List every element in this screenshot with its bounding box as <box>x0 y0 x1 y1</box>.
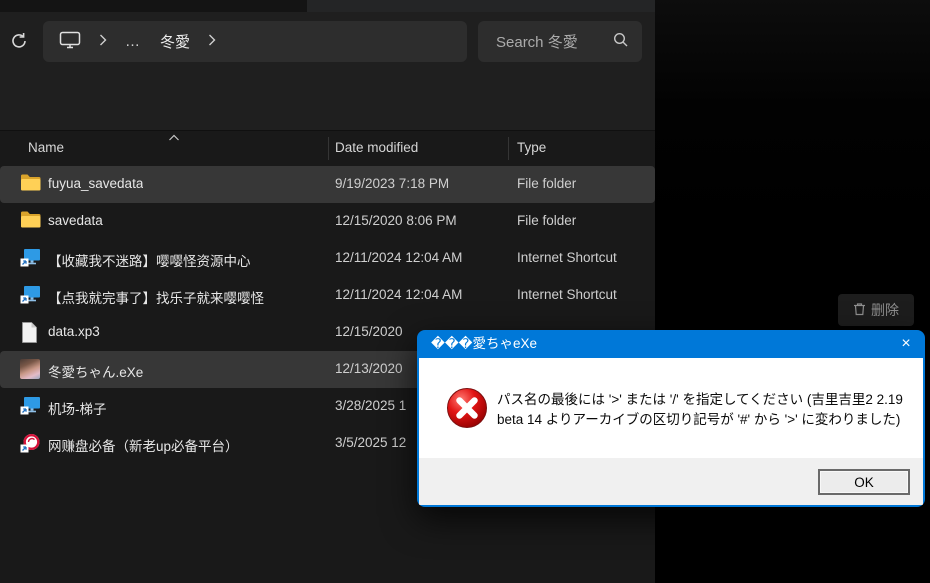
file-name: 【收藏我不迷路】嘤嘤怪资源中心 <box>48 250 251 270</box>
file-date-modified: 12/15/2020 <box>335 324 403 339</box>
dialog-title: ���愛ちゃeXe <box>431 336 537 351</box>
sort-ascending-icon <box>168 129 180 144</box>
dialog-titlebar[interactable]: ���愛ちゃeXe <box>417 330 925 358</box>
address-bar[interactable]: … 冬愛 <box>43 21 467 62</box>
column-divider[interactable] <box>508 137 509 160</box>
chevron-right-icon[interactable] <box>208 33 216 50</box>
background-delete-label: 删除 <box>871 300 899 320</box>
internet-shortcut-icon <box>20 396 42 417</box>
command-toolbar: A <box>0 71 655 131</box>
column-headers: Name Date modified Type <box>0 131 655 166</box>
explorer-tab[interactable] <box>307 0 655 12</box>
file-name: 机场-梯子 <box>48 398 107 418</box>
error-dialog: ���愛ちゃeXe × パス名の最後には '>' <box>417 330 925 507</box>
internet-shortcut-icon <box>20 285 42 306</box>
file-date-modified: 9/19/2023 7:18 PM <box>335 176 449 191</box>
file-icon <box>20 322 42 343</box>
file-date-modified: 12/15/2020 8:06 PM <box>335 213 457 228</box>
column-header-date-modified[interactable]: Date modified <box>335 140 418 155</box>
file-type: File folder <box>517 213 576 228</box>
red-shortcut-icon <box>20 433 42 454</box>
navigation-bar: … 冬愛 Search 冬愛 <box>0 12 655 71</box>
breadcrumb-ellipsis[interactable]: … <box>125 33 142 50</box>
file-date-modified: 3/28/2025 1 <box>335 398 406 413</box>
search-icon[interactable] <box>613 32 628 51</box>
trash-icon <box>853 302 866 319</box>
file-date-modified: 12/11/2024 12:04 AM <box>335 287 462 302</box>
file-name: data.xp3 <box>48 324 100 339</box>
this-pc-icon[interactable] <box>59 31 81 53</box>
column-header-type[interactable]: Type <box>517 140 546 155</box>
folder-icon <box>20 174 42 195</box>
file-name: 网赚盘必备（新老up必备平台） <box>48 435 239 455</box>
file-row[interactable]: savedata 12/15/2020 8:06 PM File folder <box>0 203 655 240</box>
column-header-name[interactable]: Name <box>28 140 64 155</box>
folder-icon <box>20 211 42 232</box>
search-input[interactable]: Search 冬愛 <box>478 21 642 62</box>
file-name: 【点我就完事了】找乐子就来嘤嘤怪 <box>48 287 264 307</box>
chevron-right-icon <box>99 33 107 50</box>
ok-button[interactable]: OK <box>818 469 910 495</box>
file-name: fuyua_savedata <box>48 176 143 191</box>
file-date-modified: 3/5/2025 12 <box>335 435 406 450</box>
file-type: File folder <box>517 176 576 191</box>
search-placeholder: Search 冬愛 <box>496 31 613 52</box>
error-message: パス名の最後には '>' または '/' を指定してください (吉里吉里2 2.… <box>497 390 909 430</box>
refresh-button[interactable] <box>4 30 34 56</box>
tab-strip <box>0 0 655 12</box>
desktop: 删除 <box>0 0 930 583</box>
background-delete-button[interactable]: 删除 <box>838 294 914 326</box>
dialog-close-button[interactable]: × <box>894 333 918 355</box>
file-date-modified: 12/11/2024 12:04 AM <box>335 250 462 265</box>
error-icon <box>446 387 488 429</box>
dialog-footer: OK <box>419 458 923 505</box>
image-thumbnail-icon <box>20 359 42 380</box>
file-row[interactable]: 【收藏我不迷路】嘤嘤怪资源中心 12/11/2024 12:04 AM Inte… <box>0 240 655 277</box>
breadcrumb-folder[interactable]: 冬愛 <box>160 31 190 52</box>
file-name: 冬愛ちゃん.eXe <box>48 361 143 381</box>
column-divider[interactable] <box>328 137 329 160</box>
file-row[interactable]: 【点我就完事了】找乐子就来嘤嘤怪 12/11/2024 12:04 AM Int… <box>0 277 655 314</box>
file-name: savedata <box>48 213 103 228</box>
file-type: Internet Shortcut <box>517 250 617 265</box>
file-date-modified: 12/13/2020 <box>335 361 403 376</box>
file-row[interactable]: fuyua_savedata 9/19/2023 7:18 PM File fo… <box>0 166 655 203</box>
file-type: Internet Shortcut <box>517 287 617 302</box>
internet-shortcut-icon <box>20 248 42 269</box>
refresh-icon <box>10 32 28 55</box>
